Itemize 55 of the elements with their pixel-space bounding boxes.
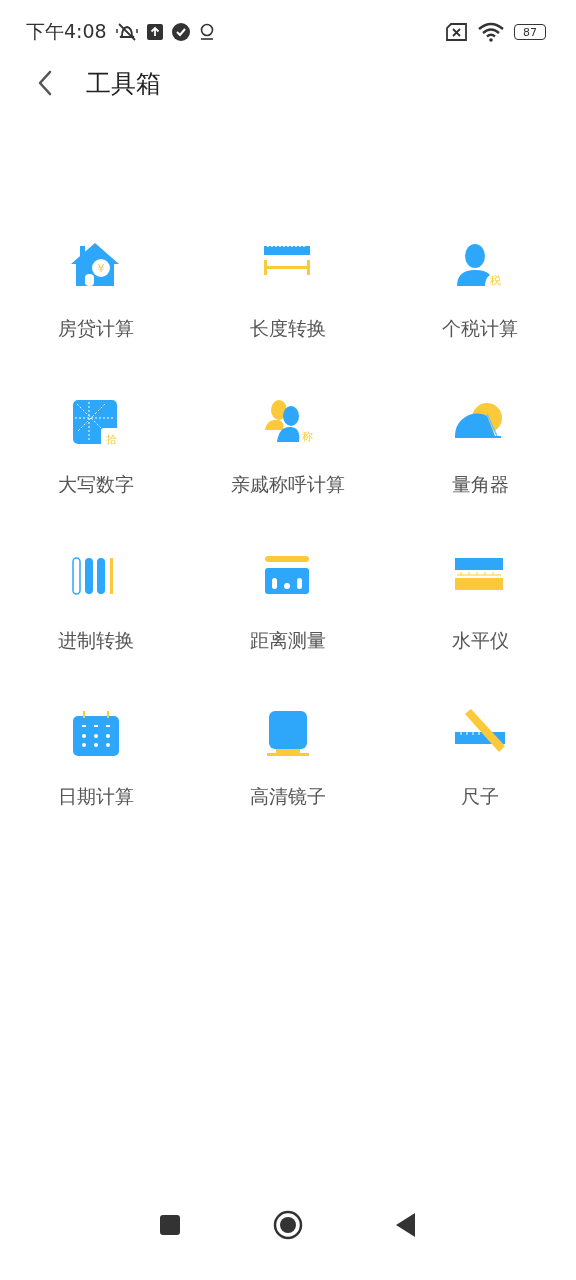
home-button[interactable] — [273, 1210, 303, 1240]
tool-label: 距离测量 — [250, 628, 326, 653]
person-icon — [457, 244, 490, 286]
badge-label: ¥ — [97, 262, 105, 275]
tool-label: 高清镜子 — [250, 784, 326, 809]
check-circle-icon — [171, 23, 190, 41]
tool-item[interactable]: 进制转换 — [0, 552, 192, 662]
tool-label: 亲戚称呼计算 — [231, 472, 345, 497]
two-people-icon — [265, 400, 300, 442]
tool-item[interactable]: ¥ 房贷计算 — [0, 240, 192, 350]
tool-item[interactable]: 长度转换 — [192, 240, 384, 350]
tool-label: 个税计算 — [442, 316, 518, 341]
upload-icon — [146, 24, 163, 40]
tool-item[interactable]: 拾 大写数字 — [0, 396, 192, 506]
tool-label: 水平仪 — [451, 628, 509, 653]
location-icon — [198, 23, 215, 41]
mirror-icon — [267, 711, 309, 756]
back-icon — [38, 70, 52, 96]
triangle-back-icon — [395, 1212, 417, 1238]
wifi-icon — [477, 22, 505, 42]
calendar-icon — [73, 711, 119, 756]
tool-label: 长度转换 — [250, 316, 326, 341]
battery-level: 87 — [523, 25, 537, 39]
tool-item[interactable]: 距离测量 — [192, 552, 384, 662]
recents-button[interactable] — [159, 1214, 181, 1236]
tool-label: 房贷计算 — [58, 316, 134, 341]
house-icon — [71, 243, 119, 286]
bars-icon — [72, 557, 113, 595]
badge-label: 拾 — [105, 433, 117, 446]
tool-label: 尺子 — [461, 784, 499, 809]
tool-item[interactable]: 量角器 — [384, 396, 576, 506]
ruler-measure-icon — [264, 244, 310, 275]
tool-label: 量角器 — [451, 472, 509, 497]
tool-item[interactable]: 称 亲戚称呼计算 — [192, 396, 384, 506]
distance-icon — [265, 556, 309, 594]
spirit-level-icon — [455, 558, 503, 590]
page-title: 工具箱 — [86, 67, 161, 100]
status-time: 下午4:08 — [26, 19, 107, 44]
badge-label: 称 — [301, 430, 313, 443]
square-icon — [159, 1214, 181, 1236]
tool-item[interactable]: 尺子 — [384, 708, 576, 818]
home-circle-icon — [273, 1210, 303, 1240]
tool-item[interactable]: 日期计算 — [0, 708, 192, 818]
ruler-icon — [455, 709, 505, 752]
tool-label: 进制转换 — [58, 628, 134, 653]
sim-off-icon — [446, 23, 468, 41]
tool-label: 日期计算 — [58, 784, 134, 809]
bell-off-icon — [115, 22, 138, 42]
protractor-icon — [455, 403, 502, 438]
badge-label: 税 — [489, 274, 501, 287]
tool-item[interactable]: 税 个税计算 — [384, 240, 576, 350]
tool-label: 大写数字 — [58, 472, 134, 497]
tool-item[interactable]: 水平仪 — [384, 552, 576, 662]
back-nav-button[interactable] — [395, 1212, 417, 1238]
tool-item[interactable]: 高清镜子 — [192, 708, 384, 818]
